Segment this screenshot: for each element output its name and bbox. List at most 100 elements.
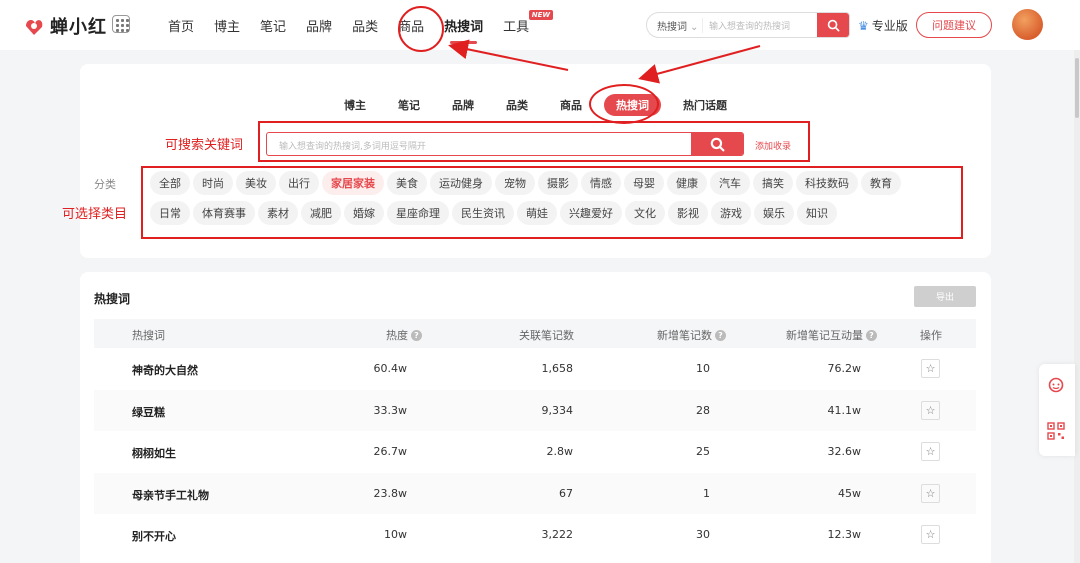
annotation-search-note: 可搜索关键词: [165, 138, 244, 153]
logo[interactable]: 蝉小红: [22, 13, 107, 39]
annotation-box-search: [258, 121, 810, 162]
table-row: 母亲节手工礼物 23.8w 67 1 45w ☆: [94, 472, 976, 514]
col-notes-label: 关联笔记数: [519, 329, 574, 342]
col-heat: 热度?: [386, 327, 422, 343]
crown-icon: ♛: [858, 18, 869, 33]
category-label: 分类: [94, 178, 116, 191]
cell-new-notes: 25: [696, 445, 710, 458]
cell-heat: 60.4w: [373, 362, 408, 375]
star-icon[interactable]: ☆: [921, 483, 940, 503]
annotation-oval-nav: [398, 6, 444, 52]
scrollbar-track[interactable]: [1074, 50, 1080, 563]
tab-products[interactable]: 商品: [560, 94, 582, 116]
avatar[interactable]: [1012, 9, 1043, 40]
col-new-notes-label: 新增笔记数: [657, 329, 712, 342]
star-icon[interactable]: ☆: [921, 400, 940, 420]
nav-brands[interactable]: 品牌: [306, 16, 332, 35]
col-heat-label: 热度: [386, 329, 408, 342]
col-action-label: 操作: [920, 329, 942, 342]
cell-notes: 3,222: [541, 528, 574, 541]
export-button[interactable]: 导出: [914, 286, 976, 307]
top-search-button[interactable]: [817, 13, 849, 37]
help-icon[interactable]: ?: [715, 329, 726, 341]
search-type-label: 热搜词: [657, 21, 687, 33]
top-search-bar: 热搜词 ⌄ 输入想查询的热搜词: [646, 12, 850, 38]
nav-tools[interactable]: 工具 NEW: [503, 10, 554, 35]
annotation-category-note: 可选择类目: [62, 207, 128, 222]
cell-interaction: 76.2w: [827, 362, 862, 375]
tab-brands[interactable]: 品牌: [452, 94, 474, 116]
annotation-oval-tab: [589, 84, 659, 124]
cell-new-notes: 10: [696, 362, 710, 375]
cell-notes: 2.8w: [546, 445, 574, 458]
cell-notes: 1,658: [541, 362, 574, 375]
pro-label: 专业版: [871, 19, 908, 33]
chan-logo-icon: [26, 20, 43, 35]
tab-categories[interactable]: 品类: [506, 94, 528, 116]
star-icon[interactable]: ☆: [921, 525, 940, 544]
table-row: 栩栩如生 26.7w 2.8w 25 32.6w ☆: [94, 431, 976, 472]
nav-hot-search[interactable]: 热搜词: [444, 16, 483, 44]
nav-categories[interactable]: 品类: [352, 16, 378, 35]
tab-hot-topics[interactable]: 热门话题: [683, 94, 727, 116]
tab-notes[interactable]: 笔记: [398, 94, 420, 116]
pro-version-link[interactable]: ♛ 专业版: [858, 17, 908, 34]
nav-notes[interactable]: 笔记: [260, 16, 286, 35]
tab-bloggers[interactable]: 博主: [344, 94, 366, 116]
cell-keyword[interactable]: 绿豆糕: [132, 404, 165, 420]
col-notes: 关联笔记数: [519, 327, 574, 343]
top-nav-bar: 蝉小红 首页 博主 笔记 品牌 品类 商品 热搜词 工具 NEW 热搜词 ⌄ 输入…: [0, 0, 1080, 50]
cell-heat: 10w: [384, 528, 407, 541]
hot-search-table-card: 热搜词 导出 热搜词 热度? 关联笔记数 新增笔记数? 新增笔记互动量? 操作 …: [80, 272, 991, 563]
cell-heat: 33.3w: [373, 403, 408, 417]
brand-name: 蝉小红: [50, 17, 107, 38]
cell-interaction: 12.3w: [827, 528, 862, 541]
star-icon[interactable]: ☆: [921, 359, 940, 378]
grid-icon[interactable]: [112, 15, 130, 33]
cell-heat: 26.7w: [373, 445, 408, 458]
cell-heat: 23.8w: [373, 486, 408, 500]
table-title: 热搜词: [94, 292, 131, 306]
feedback-button[interactable]: 问题建议: [916, 12, 992, 38]
cell-notes: 67: [559, 486, 573, 500]
nav-home[interactable]: 首页: [168, 16, 194, 35]
col-keyword: 热搜词: [132, 327, 165, 343]
new-badge: NEW: [528, 10, 554, 20]
col-interaction: 新增笔记互动量?: [786, 327, 877, 343]
col-action: 操作: [920, 327, 942, 343]
col-new-notes: 新增笔记数?: [657, 327, 726, 343]
cell-keyword[interactable]: 母亲节手工礼物: [132, 487, 209, 503]
top-search-input[interactable]: 输入想查询的热搜词: [703, 19, 817, 32]
table-row: 神奇的大自然 60.4w 1,658 10 76.2w ☆: [94, 348, 976, 389]
main-nav: 首页 博主 笔记 品牌 品类 商品 热搜词 工具 NEW: [168, 10, 554, 44]
cell-notes: 9,334: [541, 403, 574, 417]
help-icon[interactable]: ?: [411, 329, 422, 341]
col-keyword-label: 热搜词: [132, 329, 165, 342]
cell-new-notes: 28: [696, 403, 710, 417]
search-icon: [827, 19, 839, 31]
nav-tools-label: 工具: [503, 20, 530, 35]
table-header: 热搜词 热度? 关联笔记数 新增笔记数? 新增笔记互动量? 操作: [94, 319, 976, 348]
qr-code-icon[interactable]: [1047, 422, 1065, 440]
chevron-down-icon: ⌄: [690, 21, 699, 33]
cell-keyword[interactable]: 神奇的大自然: [132, 362, 198, 378]
customer-service-icon[interactable]: [1047, 376, 1065, 394]
scrollbar-thumb[interactable]: [1075, 58, 1079, 118]
cell-new-notes: 1: [703, 486, 710, 500]
star-icon[interactable]: ☆: [921, 442, 940, 461]
table-row: 别不开心 10w 3,222 30 12.3w ☆: [94, 514, 976, 555]
help-icon[interactable]: ?: [866, 329, 877, 341]
col-interaction-label: 新增笔记互动量: [786, 329, 863, 342]
nav-bloggers[interactable]: 博主: [214, 16, 240, 35]
cell-keyword[interactable]: 别不开心: [132, 528, 176, 544]
cell-keyword[interactable]: 栩栩如生: [132, 445, 176, 461]
cell-interaction: 45w: [838, 486, 861, 500]
side-float-panel: [1039, 364, 1075, 456]
cell-interaction: 41.1w: [827, 403, 862, 417]
search-type-tabs: 博主 笔记 品牌 品类 商品 热搜词 热门话题: [80, 94, 991, 116]
search-type-select[interactable]: 热搜词 ⌄: [647, 17, 703, 33]
cell-interaction: 32.6w: [827, 445, 862, 458]
table-row: 绿豆糕 33.3w 9,334 28 41.1w ☆: [94, 389, 976, 431]
annotation-box-categories: [141, 166, 963, 239]
cell-new-notes: 30: [696, 528, 710, 541]
